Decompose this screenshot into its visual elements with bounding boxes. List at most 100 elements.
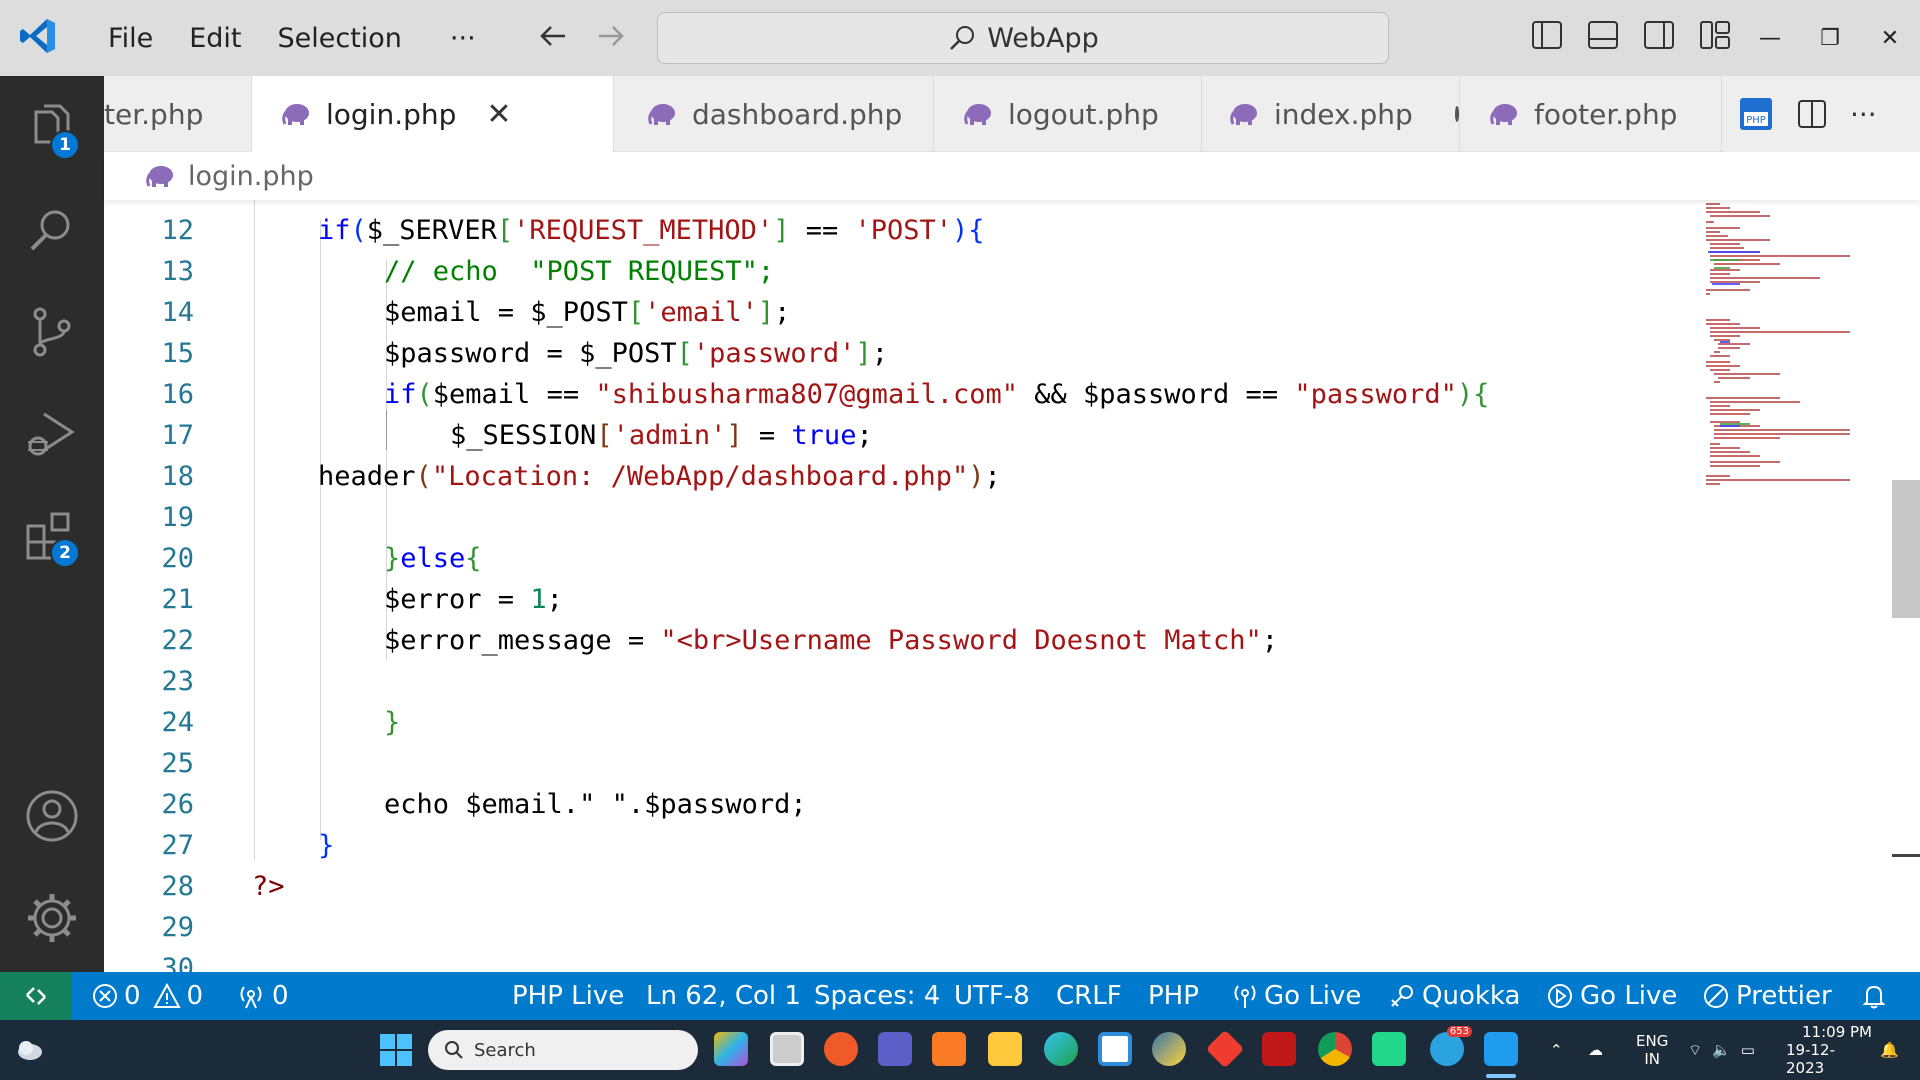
extensions-icon[interactable]: 2 bbox=[22, 506, 82, 568]
clock-date: 19-12-2023 bbox=[1786, 1041, 1835, 1077]
show-hidden-icons[interactable]: ⌃ bbox=[1550, 1020, 1563, 1080]
forward-arrow-icon[interactable] bbox=[593, 18, 629, 54]
indentation[interactable]: Spaces: 4 bbox=[814, 972, 940, 1020]
split-editor-icon[interactable] bbox=[1796, 98, 1828, 130]
close-window-icon[interactable]: ✕ bbox=[1860, 0, 1920, 76]
quokka-label: Quokka bbox=[1422, 981, 1521, 1011]
notification-bell-icon[interactable]: 🔔 bbox=[1880, 1020, 1899, 1080]
code-text: }else{ bbox=[384, 543, 482, 574]
tab-index-php[interactable]: index.php bbox=[1202, 76, 1460, 152]
language-indicator[interactable]: ENG IN bbox=[1636, 1020, 1668, 1080]
command-center-search[interactable]: WebApp bbox=[657, 12, 1389, 64]
mcafee-icon[interactable] bbox=[1262, 1032, 1296, 1066]
breadcrumb-file[interactable]: login.php bbox=[188, 161, 314, 192]
vscode-taskbar-icon[interactable] bbox=[1484, 1032, 1518, 1066]
end-of-line[interactable]: CRLF bbox=[1056, 972, 1122, 1020]
code-editor[interactable]: 12 if($_SERVER['REQUEST_METHOD'] == 'POST… bbox=[104, 200, 1920, 972]
tab-logout-php[interactable]: logout.php bbox=[934, 76, 1202, 152]
start-button-icon[interactable] bbox=[380, 1034, 412, 1066]
quick-settings[interactable]: ⌔ 🔈 ▭ bbox=[1688, 1020, 1755, 1080]
go-live-button-1[interactable]: Go Live bbox=[1232, 972, 1361, 1020]
explorer-icon[interactable]: 1 bbox=[22, 98, 82, 160]
taskbar-search[interactable]: Search bbox=[428, 1030, 698, 1070]
svg-text:PHP: PHP bbox=[1746, 115, 1766, 126]
php-elephant-icon bbox=[146, 166, 173, 187]
cursor-position[interactable]: Ln 62, Col 1 bbox=[646, 972, 801, 1020]
line-number: 14 bbox=[161, 297, 194, 328]
more-actions-icon[interactable]: ··· bbox=[1850, 98, 1877, 131]
code-text: $error = 1; bbox=[384, 584, 563, 615]
wifi-icon: ⌔ bbox=[1688, 1040, 1703, 1059]
navigation-arrows bbox=[535, 18, 629, 54]
close-tab-icon[interactable]: ✕ bbox=[486, 97, 511, 132]
broadcast-icon bbox=[1234, 985, 1256, 1008]
toggle-primary-sidebar-icon[interactable] bbox=[1530, 18, 1564, 52]
menu-more[interactable]: ··· bbox=[420, 23, 494, 54]
editor-actions-bar: PHP ··· bbox=[1726, 76, 1920, 152]
code-line: 25 bbox=[104, 743, 1764, 784]
onedrive-icon[interactable]: ☁ bbox=[1588, 1020, 1603, 1080]
pycharm-icon[interactable] bbox=[1372, 1032, 1406, 1066]
run-debug-icon[interactable] bbox=[22, 404, 82, 464]
problems-indicator[interactable]: 0 0 bbox=[92, 972, 203, 1020]
line-number: 16 bbox=[161, 379, 194, 410]
weather-icon[interactable] bbox=[14, 1036, 44, 1062]
brave-browser-icon[interactable] bbox=[824, 1032, 858, 1066]
chrome-icon[interactable] bbox=[1318, 1032, 1352, 1066]
code-line: 20}else{ bbox=[104, 538, 1764, 579]
customize-layout-icon[interactable] bbox=[1698, 18, 1732, 52]
ports-indicator[interactable]: 0 bbox=[236, 972, 289, 1020]
line-number: 23 bbox=[161, 666, 194, 697]
breadcrumb: login.php bbox=[104, 152, 1920, 200]
search-view-icon[interactable] bbox=[22, 200, 82, 260]
code-line: 14 $email = $_POST['email']; bbox=[104, 292, 1764, 333]
clock[interactable]: 11:09 PM 19-12-2023 bbox=[1786, 1020, 1872, 1080]
encoding[interactable]: UTF-8 bbox=[954, 972, 1030, 1020]
accounts-icon[interactable] bbox=[22, 786, 82, 846]
task-view-icon[interactable] bbox=[770, 1032, 804, 1066]
tab-footer-php[interactable]: footer.php bbox=[1460, 76, 1722, 152]
minimap[interactable] bbox=[1700, 200, 1900, 540]
go-live-label: Go Live bbox=[1580, 981, 1678, 1011]
copilot-icon[interactable] bbox=[714, 1032, 748, 1066]
file-explorer-icon[interactable] bbox=[988, 1032, 1022, 1066]
restore-icon[interactable]: ❐ bbox=[1800, 0, 1860, 76]
tab-label: index.php bbox=[1274, 97, 1413, 131]
minimize-icon[interactable]: — bbox=[1740, 0, 1800, 76]
telegram-icon[interactable]: 653 bbox=[1430, 1026, 1472, 1066]
python-icon[interactable] bbox=[1152, 1032, 1186, 1066]
tab-login-php[interactable]: login.php ✕ bbox=[252, 76, 614, 152]
edge-browser-icon[interactable] bbox=[1044, 1032, 1078, 1066]
php-preview-icon[interactable]: PHP bbox=[1738, 96, 1774, 132]
line-number: 29 bbox=[161, 912, 194, 943]
toggle-panel-icon[interactable] bbox=[1586, 18, 1620, 52]
activity-bar: 1 2 bbox=[0, 76, 104, 972]
quokka-button[interactable]: Quokka bbox=[1388, 972, 1520, 1020]
go-live-label: Go Live bbox=[1264, 981, 1362, 1011]
microsoft-store-icon[interactable] bbox=[1098, 1032, 1132, 1066]
tab-dashboard-php[interactable]: dashboard.php bbox=[614, 76, 934, 152]
notifications-bell-icon[interactable] bbox=[1860, 972, 1888, 1020]
unsaved-dot-icon[interactable] bbox=[1454, 106, 1459, 122]
editor-tab-bar: ter.php login.php ✕ dashboard.php logout… bbox=[104, 76, 1920, 152]
tab-ter-php[interactable]: ter.php bbox=[104, 76, 252, 152]
source-control-icon[interactable] bbox=[22, 302, 82, 362]
git-icon[interactable] bbox=[1205, 1029, 1245, 1069]
line-number: 21 bbox=[161, 584, 194, 615]
back-arrow-icon[interactable] bbox=[535, 18, 571, 54]
line-number: 18 bbox=[161, 461, 194, 492]
line-number: 12 bbox=[161, 215, 194, 246]
menu-edit[interactable]: Edit bbox=[171, 23, 259, 54]
menu-file[interactable]: File bbox=[90, 23, 171, 54]
go-live-button-2[interactable]: Go Live bbox=[1546, 972, 1677, 1020]
error-icon bbox=[93, 984, 117, 1008]
teams-icon[interactable] bbox=[878, 1032, 912, 1066]
prettier-button[interactable]: Prettier bbox=[1702, 972, 1832, 1020]
xampp-icon[interactable] bbox=[932, 1032, 966, 1066]
remote-indicator-icon[interactable] bbox=[0, 972, 72, 1020]
menu-selection[interactable]: Selection bbox=[259, 23, 419, 54]
toggle-secondary-sidebar-icon[interactable] bbox=[1642, 18, 1676, 52]
settings-gear-icon[interactable] bbox=[22, 888, 82, 948]
language-mode[interactable]: PHP bbox=[1148, 972, 1199, 1020]
php-live-button[interactable]: PHP Live bbox=[512, 972, 624, 1020]
